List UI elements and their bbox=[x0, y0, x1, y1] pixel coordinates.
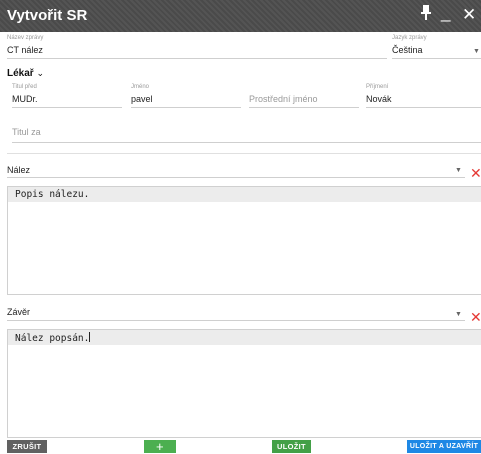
report-name-input[interactable]: CT nález bbox=[7, 45, 43, 55]
last-name-label: Příjmení bbox=[366, 84, 389, 90]
finding-text: Popis nálezu. bbox=[8, 187, 481, 202]
minimize-icon[interactable]: _ bbox=[441, 3, 450, 23]
last-name-input[interactable]: Novák bbox=[366, 94, 392, 104]
report-name-underline bbox=[7, 58, 387, 59]
doctor-section-divider bbox=[7, 153, 481, 154]
title-after-input[interactable]: Titul za bbox=[12, 127, 41, 137]
conclusion-underline bbox=[7, 320, 465, 321]
language-label: Jazyk zprávy bbox=[392, 35, 427, 41]
save-close-button[interactable]: ULOŽIT A UZAVŘÍT bbox=[407, 440, 481, 453]
add-button[interactable]: + bbox=[144, 439, 176, 454]
finding-chevron-down-icon[interactable]: ▼ bbox=[455, 167, 462, 174]
first-name-input[interactable]: pavel bbox=[131, 94, 153, 104]
language-select[interactable]: Čeština bbox=[392, 45, 423, 55]
window-title: Vytvořit SR bbox=[7, 7, 88, 24]
chevron-down-icon[interactable]: ▼ bbox=[473, 48, 480, 55]
conclusion-textarea[interactable]: Nález popsán. bbox=[7, 329, 481, 438]
conclusion-remove-icon[interactable]: ✕ bbox=[470, 310, 481, 324]
save-button[interactable]: ULOŽIT bbox=[272, 440, 311, 453]
window-titlebar: Vytvořit SR _ ✕ bbox=[0, 0, 481, 32]
title-before-input[interactable]: MUDr. bbox=[12, 94, 38, 104]
conclusion-text: Nález popsán. bbox=[8, 330, 481, 345]
middle-name-underline bbox=[249, 107, 359, 108]
conclusion-chevron-down-icon[interactable]: ▼ bbox=[455, 311, 462, 318]
title-after-underline bbox=[12, 142, 481, 143]
title-before-underline bbox=[12, 107, 122, 108]
doctor-section-label: Lékař ⌄ bbox=[7, 68, 45, 79]
cancel-button[interactable]: ZRUŠIT bbox=[7, 440, 47, 453]
finding-textarea[interactable]: Popis nálezu. bbox=[7, 186, 481, 295]
language-underline bbox=[392, 58, 481, 59]
finding-select[interactable]: Nález bbox=[7, 165, 30, 175]
last-name-underline bbox=[366, 107, 481, 108]
report-name-label: Název zprávy bbox=[7, 35, 44, 41]
title-before-label: Titul před bbox=[12, 84, 37, 90]
first-name-underline bbox=[131, 107, 241, 108]
conclusion-select[interactable]: Závěr bbox=[7, 307, 30, 317]
finding-underline bbox=[7, 177, 465, 178]
text-caret bbox=[89, 332, 91, 342]
finding-remove-icon[interactable]: ✕ bbox=[470, 166, 481, 180]
first-name-label: Jméno bbox=[131, 84, 150, 90]
close-icon[interactable]: ✕ bbox=[462, 5, 476, 25]
middle-name-input[interactable]: Prostřední jméno bbox=[249, 94, 318, 104]
pin-icon[interactable] bbox=[421, 5, 431, 26]
